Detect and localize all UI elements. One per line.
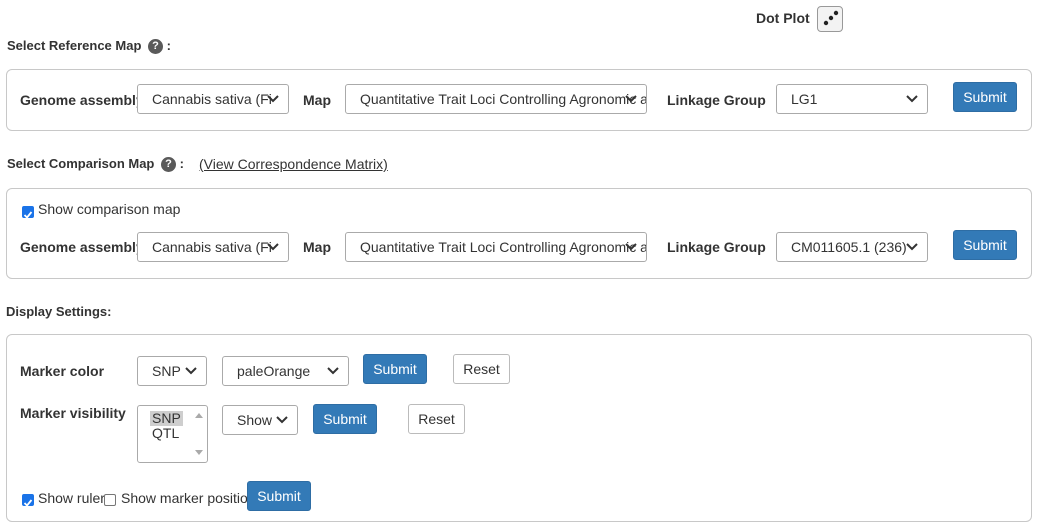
- chevron-down-icon: [266, 233, 280, 261]
- comparison-genome-value: Cannabis sativa (Fi: [152, 239, 272, 255]
- display-settings-title: Display Settings:: [6, 304, 112, 319]
- marker-color-value: paleOrange: [237, 363, 311, 379]
- chevron-down-icon: [266, 85, 280, 113]
- scroll-up-icon[interactable]: [195, 412, 203, 418]
- marker-visibility-listbox[interactable]: SNP QTL: [137, 405, 208, 463]
- dice-icon: [823, 10, 839, 26]
- chevron-down-icon: [184, 357, 198, 385]
- show-comparison-label: Show comparison map: [38, 201, 181, 217]
- marker-visibility-reset-button[interactable]: Reset: [408, 404, 465, 434]
- reference-genome-select[interactable]: Cannabis sativa (Fi: [137, 84, 289, 114]
- chevron-down-icon: [905, 233, 919, 261]
- comparison-map-panel: Show comparison map Genome assembly Cann…: [6, 188, 1032, 279]
- chevron-down-icon: [624, 85, 638, 113]
- marker-color-submit-button[interactable]: Submit: [363, 354, 427, 384]
- marker-color-label: Marker color: [20, 363, 105, 379]
- check-icon: [23, 499, 33, 507]
- chevron-down-icon: [326, 357, 340, 385]
- marker-type-value: SNP: [152, 363, 181, 379]
- display-settings-panel: Marker color SNP paleOrange Submit Reset…: [6, 334, 1032, 522]
- comparison-title-text: Select Comparison Map: [7, 156, 155, 171]
- chevron-down-icon: [275, 406, 289, 434]
- genome-assembly-label: Genome assembly: [20, 239, 144, 255]
- comparison-submit-button[interactable]: Submit: [953, 230, 1017, 260]
- view-correspondence-matrix-link[interactable]: (View Correspondence Matrix): [199, 156, 388, 172]
- reference-map-title: Select Reference Map ? :: [7, 38, 171, 55]
- help-icon[interactable]: ?: [161, 157, 176, 173]
- marker-type-select[interactable]: SNP: [137, 356, 207, 386]
- show-ruler-label: Show ruler: [38, 490, 105, 506]
- map-label: Map: [303, 92, 331, 108]
- marker-visibility-value: Show: [237, 412, 273, 428]
- dot-plot-label: Dot Plot: [756, 10, 810, 26]
- marker-color-select[interactable]: paleOrange: [222, 356, 349, 386]
- chevron-down-icon: [905, 85, 919, 113]
- linkage-group-label: Linkage Group: [667, 239, 766, 255]
- comparison-map-value: Quantitative Trait Loci Controlling Agro…: [360, 239, 647, 255]
- comparison-lg-value: CM011605.1 (236): [791, 239, 907, 255]
- dot-plot-button[interactable]: [817, 6, 843, 32]
- chevron-down-icon: [624, 233, 638, 261]
- marker-color-reset-button[interactable]: Reset: [453, 354, 510, 384]
- reference-title-colon: :: [166, 38, 171, 53]
- reference-genome-value: Cannabis sativa (Fi: [152, 91, 272, 107]
- show-marker-position-label: Show marker position: [121, 490, 256, 506]
- reference-lg-value: LG1: [791, 91, 818, 107]
- help-icon[interactable]: ?: [148, 39, 164, 55]
- marker-visibility-select[interactable]: Show: [222, 405, 298, 435]
- visibility-option-qtl[interactable]: QTL: [150, 426, 181, 441]
- linkage-group-label: Linkage Group: [667, 92, 766, 108]
- reference-map-select[interactable]: Quantitative Trait Loci Controlling Agro…: [345, 84, 647, 114]
- reference-submit-button[interactable]: Submit: [953, 82, 1017, 112]
- show-marker-position-checkbox[interactable]: [104, 494, 116, 506]
- reference-map-value: Quantitative Trait Loci Controlling Agro…: [360, 91, 647, 107]
- scroll-down-icon[interactable]: [195, 450, 203, 456]
- reference-title-text: Select Reference Map: [7, 38, 142, 53]
- comparison-genome-select[interactable]: Cannabis sativa (Fi: [137, 232, 289, 262]
- show-ruler-checkbox[interactable]: [22, 494, 34, 507]
- reference-map-panel: Genome assembly Cannabis sativa (Fi Map …: [6, 69, 1032, 131]
- show-comparison-checkbox[interactable]: [22, 206, 34, 219]
- map-label: Map: [303, 239, 331, 255]
- comparison-map-title: Select Comparison Map ? :: [7, 156, 184, 173]
- display-submit-button[interactable]: Submit: [247, 481, 311, 511]
- visibility-option-snp[interactable]: SNP: [150, 411, 183, 426]
- comparison-title-colon: :: [179, 156, 184, 171]
- comparison-linkage-group-select[interactable]: CM011605.1 (236): [776, 232, 928, 262]
- marker-visibility-label: Marker visibility: [20, 405, 126, 421]
- check-icon: [23, 211, 33, 219]
- reference-linkage-group-select[interactable]: LG1: [776, 84, 928, 114]
- marker-visibility-submit-button[interactable]: Submit: [313, 404, 377, 434]
- comparison-map-select[interactable]: Quantitative Trait Loci Controlling Agro…: [345, 232, 647, 262]
- genome-assembly-label: Genome assembly: [20, 92, 144, 108]
